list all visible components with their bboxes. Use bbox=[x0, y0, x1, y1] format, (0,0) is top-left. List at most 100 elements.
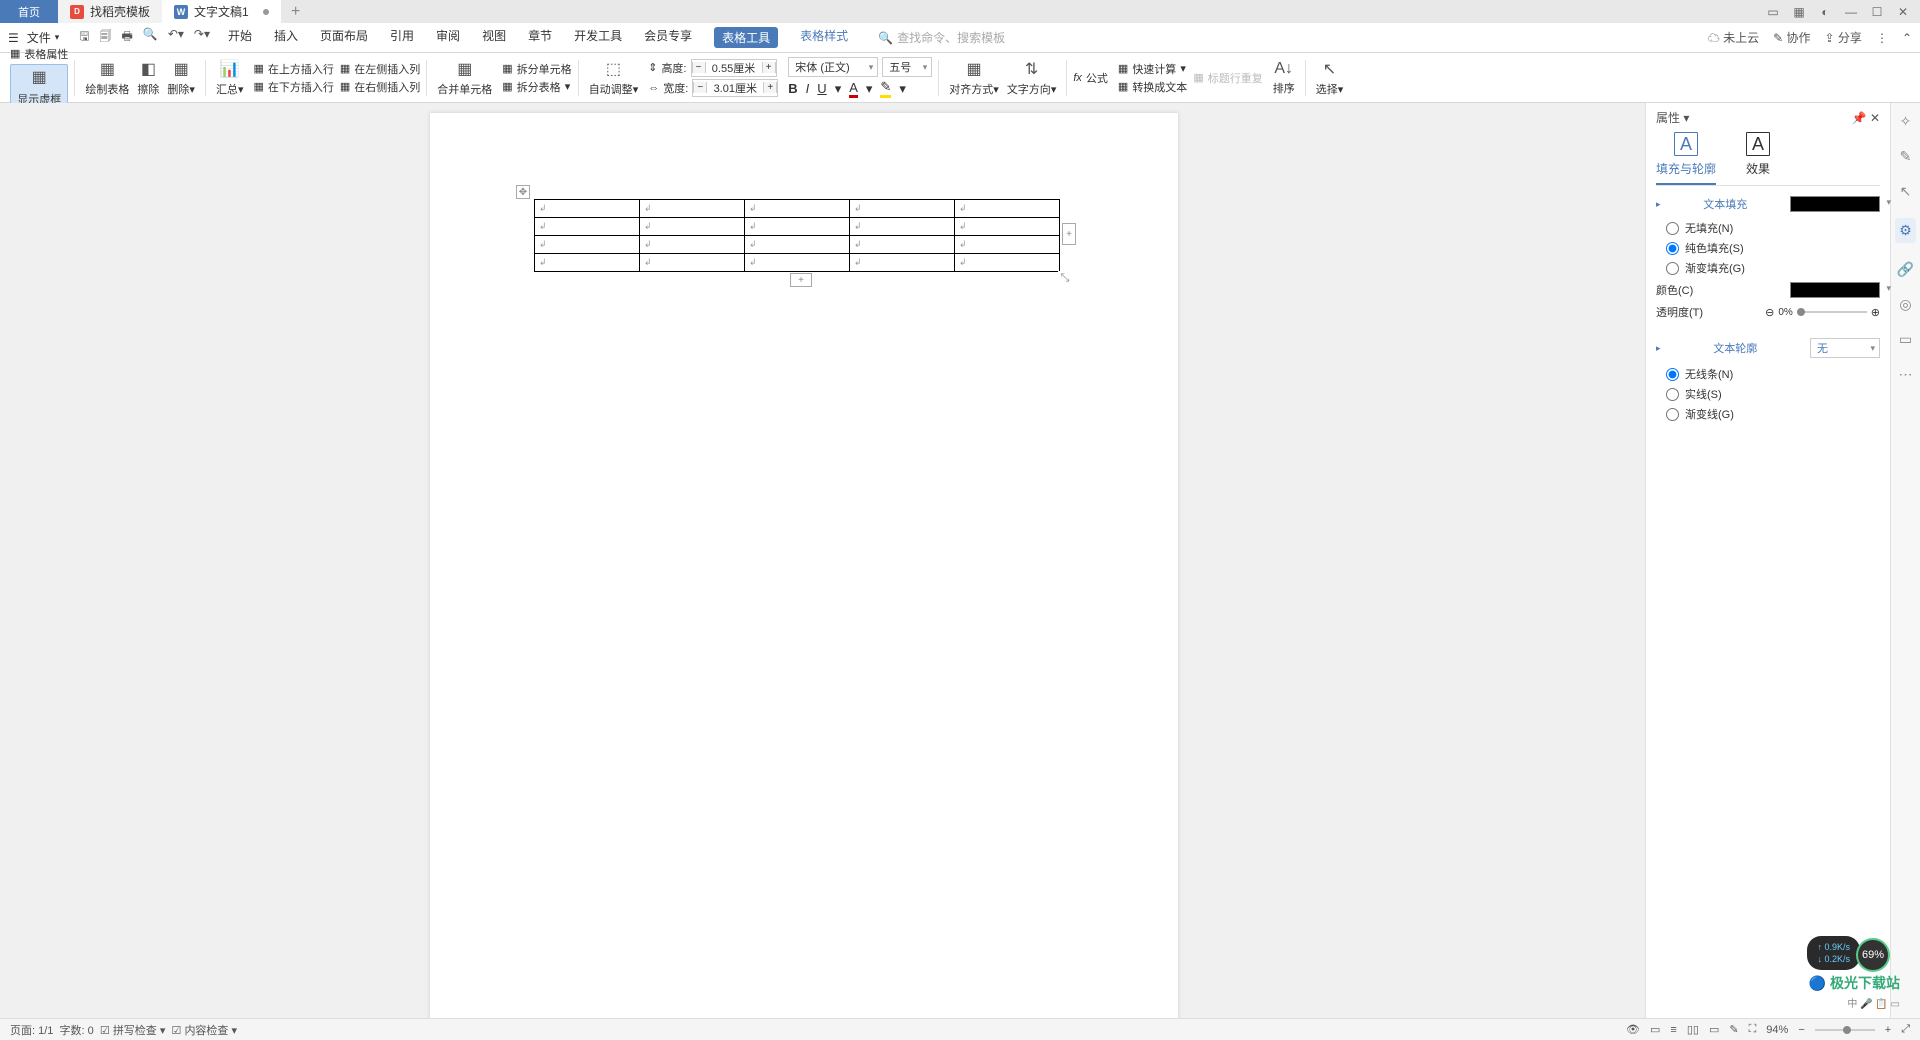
rail-link-icon[interactable]: 🔗 bbox=[1897, 261, 1914, 278]
text-direction-button[interactable]: ⇅文字方向▾ bbox=[1003, 59, 1061, 97]
italic-button[interactable]: I bbox=[806, 81, 810, 96]
quick-calc-button[interactable]: ▦快速计算▾ bbox=[1118, 61, 1187, 77]
autofit-button[interactable]: ⬚自动调整▾ bbox=[585, 59, 643, 97]
hamburger-icon[interactable]: ☰ bbox=[8, 31, 19, 45]
height-spinner[interactable]: −0.55厘米+ bbox=[691, 59, 777, 77]
width-spinner[interactable]: −3.01厘米+ bbox=[692, 79, 778, 97]
add-row-handle[interactable]: + bbox=[790, 273, 812, 287]
insert-col-left-button[interactable]: ▦在左侧插入列 bbox=[340, 61, 420, 77]
to-text-button[interactable]: ▦转换成文本 bbox=[1118, 79, 1187, 95]
view-read-icon[interactable]: ▯▯ bbox=[1687, 1023, 1699, 1036]
align-button[interactable]: ▦对齐方式▾ bbox=[945, 59, 1003, 97]
outline-select[interactable]: 无 bbox=[1810, 338, 1880, 358]
menu-chapter[interactable]: 章节 bbox=[528, 27, 552, 48]
cloud-status[interactable]: ☁ 未上云 bbox=[1708, 29, 1759, 46]
word-count[interactable]: 字数: 0 bbox=[60, 1022, 94, 1038]
menu-table-style[interactable]: 表格样式 bbox=[800, 27, 848, 48]
spellcheck-toggle[interactable]: ☑ 拼写检查 ▾ bbox=[100, 1022, 166, 1038]
pin-icon[interactable]: 📌 bbox=[1852, 111, 1867, 125]
command-search[interactable]: 🔍 查找命令、搜索模板 bbox=[878, 29, 1005, 46]
minimize-button[interactable]: — bbox=[1840, 2, 1862, 22]
user-icon[interactable]: ◐ bbox=[1814, 2, 1836, 22]
delete-button[interactable]: ▦删除▾ bbox=[163, 59, 199, 97]
minus-icon[interactable]: ⊖ bbox=[1765, 306, 1774, 319]
zoom-level[interactable]: 94% bbox=[1766, 1024, 1788, 1036]
section-text-fill[interactable]: 文本填充 bbox=[1656, 196, 1880, 212]
radio-gradient-line[interactable]: 渐变线(G) bbox=[1666, 406, 1880, 422]
close-button[interactable]: ✕ bbox=[1892, 2, 1914, 22]
menu-review[interactable]: 审阅 bbox=[436, 27, 460, 48]
save-icon[interactable]: 🖫 bbox=[79, 27, 89, 48]
fill-swatch[interactable] bbox=[1790, 196, 1880, 212]
more-icon[interactable]: ⋮ bbox=[1876, 31, 1888, 45]
insert-row-above-button[interactable]: ▦在上方插入行 bbox=[253, 61, 333, 77]
table-resize-handle[interactable]: ⤡ bbox=[1058, 271, 1072, 285]
view-page-icon[interactable]: ▭ bbox=[1650, 1023, 1660, 1036]
menu-table-tools[interactable]: 表格工具 bbox=[714, 27, 778, 48]
radio-solid-fill[interactable]: 纯色填充(S) bbox=[1666, 240, 1880, 256]
table-props-button[interactable]: ▦表格属性 bbox=[10, 46, 68, 62]
rail-more-icon[interactable]: ⋯ bbox=[1899, 366, 1913, 383]
collab-button[interactable]: ✎ 协作 bbox=[1773, 29, 1810, 46]
view-draft-icon[interactable]: ✎ bbox=[1729, 1023, 1738, 1036]
formula-button[interactable]: fx 公式 bbox=[1073, 70, 1108, 86]
plus-icon[interactable]: ⊕ bbox=[1871, 306, 1880, 319]
bold-button[interactable]: B bbox=[788, 81, 797, 96]
file-menu[interactable]: 文件▾ bbox=[19, 29, 68, 46]
menu-layout[interactable]: 页面布局 bbox=[320, 27, 368, 48]
radio-solid-line[interactable]: 实线(S) bbox=[1666, 386, 1880, 402]
view-outline-icon[interactable]: ≡ bbox=[1670, 1024, 1676, 1036]
color-swatch[interactable] bbox=[1790, 282, 1880, 298]
zoom-in-button[interactable]: + bbox=[1885, 1024, 1891, 1036]
rail-settings-icon[interactable]: ⚙ bbox=[1895, 218, 1916, 243]
rail-book-icon[interactable]: ▭ bbox=[1899, 331, 1912, 348]
preview-icon[interactable]: 🔍 bbox=[143, 27, 158, 48]
menu-reference[interactable]: 引用 bbox=[390, 27, 414, 48]
highlight-button[interactable]: ✎ bbox=[880, 79, 891, 98]
rail-sparkle-icon[interactable]: ✧ bbox=[1900, 113, 1912, 130]
redo-icon[interactable]: ↷▾ bbox=[194, 27, 210, 48]
menu-view[interactable]: 视图 bbox=[482, 27, 506, 48]
rail-pen-icon[interactable]: ✎ bbox=[1900, 148, 1912, 165]
tab-template[interactable]: D 找稻壳模板 bbox=[58, 0, 162, 23]
insert-col-right-button[interactable]: ▦在右侧插入列 bbox=[340, 79, 420, 95]
underline-button[interactable]: U bbox=[817, 81, 826, 96]
radio-no-fill[interactable]: 无填充(N) bbox=[1666, 220, 1880, 236]
document-table[interactable]: ↲↲↲↲↲ ↲↲↲↲↲ ↲↲↲↲↲ ↲↲↲↲↲ bbox=[534, 199, 1060, 272]
add-col-handle[interactable]: + bbox=[1062, 223, 1076, 245]
undo-icon[interactable]: ↶▾ bbox=[168, 27, 184, 48]
tab-home[interactable]: 首页 bbox=[0, 0, 58, 23]
print-preview-icon[interactable]: 🖶 bbox=[122, 27, 133, 48]
sort-button[interactable]: A↓排序 bbox=[1269, 60, 1299, 96]
split-table-button[interactable]: ▦拆分表格▾ bbox=[502, 79, 571, 95]
page-indicator[interactable]: 页面: 1/1 bbox=[10, 1022, 53, 1038]
fit-icon[interactable]: ⛶ bbox=[1749, 1023, 1757, 1036]
tab-fill-outline[interactable]: A填充与轮廓 bbox=[1656, 132, 1716, 185]
radio-gradient-fill[interactable]: 渐变填充(G) bbox=[1666, 260, 1880, 276]
zoom-out-button[interactable]: − bbox=[1798, 1024, 1804, 1036]
radio-no-line[interactable]: 无线条(N) bbox=[1666, 366, 1880, 382]
draw-table-button[interactable]: ▦绘制表格 bbox=[81, 59, 133, 97]
layout-icon[interactable]: ▭ bbox=[1762, 2, 1784, 22]
collapse-ribbon-icon[interactable]: ⌃ bbox=[1902, 31, 1912, 45]
menu-devtools[interactable]: 开发工具 bbox=[574, 27, 622, 48]
section-text-outline[interactable]: 文本轮廓 无 bbox=[1656, 338, 1880, 358]
tab-effect[interactable]: A效果 bbox=[1746, 132, 1770, 185]
erase-button[interactable]: ◧擦除 bbox=[133, 59, 163, 97]
menu-member[interactable]: 会员专享 bbox=[644, 27, 692, 48]
font-color-button[interactable]: A bbox=[849, 80, 858, 98]
menu-start[interactable]: 开始 bbox=[228, 27, 252, 48]
insert-row-below-button[interactable]: ▦在下方插入行 bbox=[253, 79, 333, 95]
table-move-handle[interactable]: ✥ bbox=[516, 185, 530, 199]
view-web-icon[interactable]: ▭ bbox=[1709, 1023, 1719, 1036]
eye-icon[interactable]: 👁 bbox=[1626, 1023, 1640, 1036]
maximize-button[interactable]: ☐ bbox=[1866, 2, 1888, 22]
grid-icon[interactable]: ▦ bbox=[1788, 2, 1810, 22]
tab-document[interactable]: W 文字文稿1 bbox=[162, 0, 281, 23]
rail-cursor-icon[interactable]: ↖ bbox=[1900, 183, 1912, 200]
font-select[interactable]: 宋体 (正文) bbox=[788, 57, 878, 77]
print-icon[interactable]: 🗐 bbox=[100, 27, 112, 48]
font-size-select[interactable]: 五号 bbox=[882, 57, 932, 77]
add-tab-button[interactable]: + bbox=[281, 0, 311, 23]
opacity-slider[interactable]: ⊖ 0% ⊕ bbox=[1765, 306, 1880, 319]
